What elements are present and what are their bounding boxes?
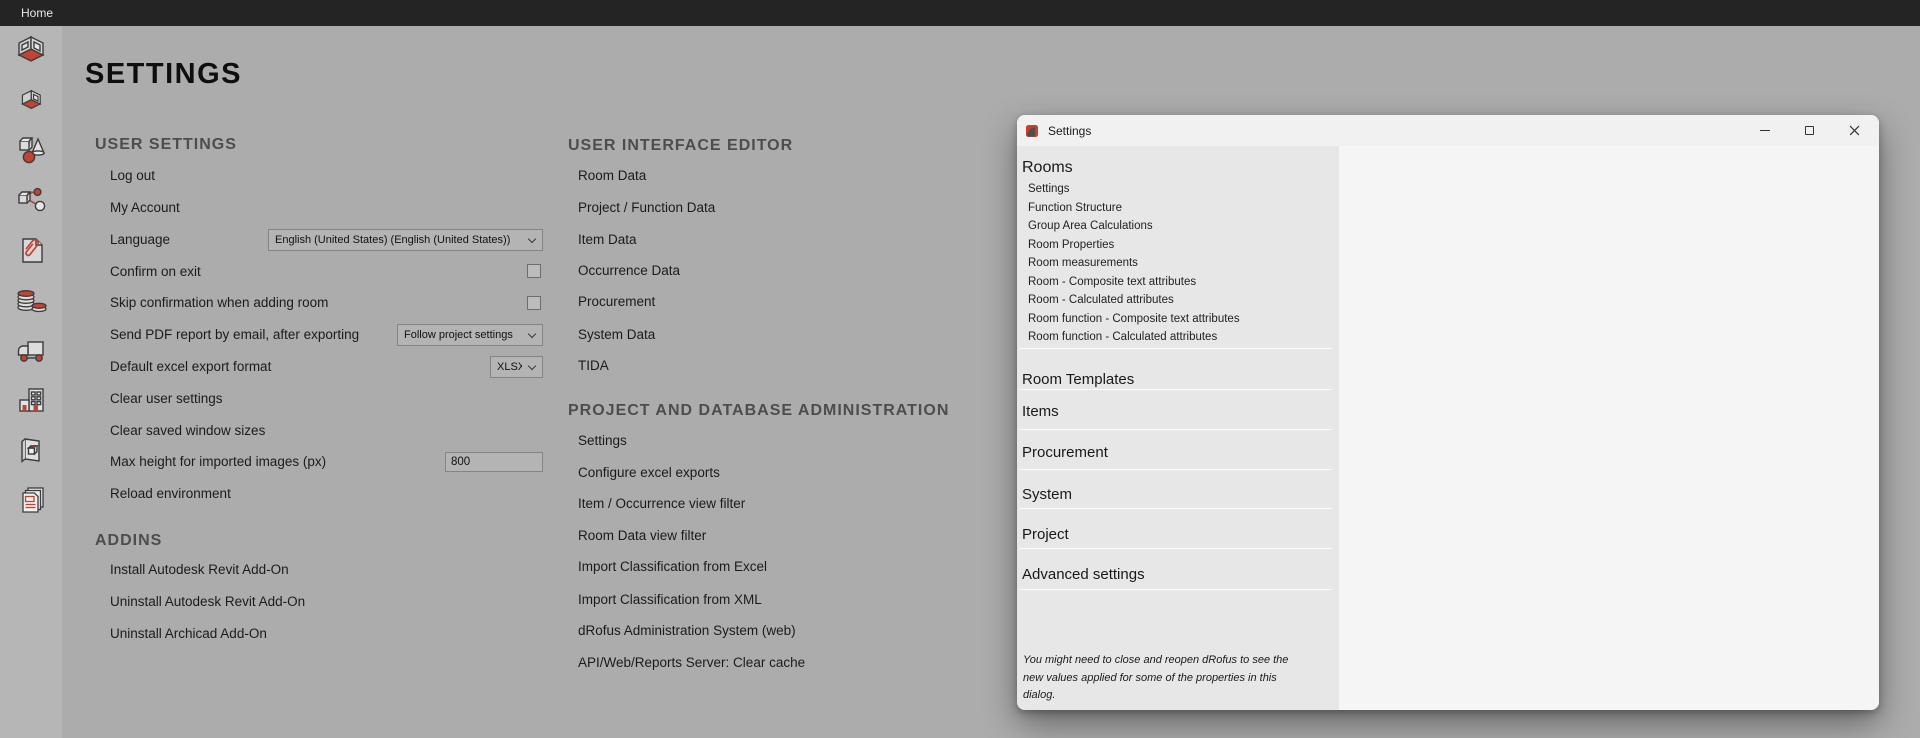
tree-room-templates-header[interactable]: Room Templates bbox=[1022, 370, 1134, 390]
admin-api-clear-cache[interactable]: API/Web/Reports Server: Clear cache bbox=[578, 653, 805, 673]
tree-item-room-measurements[interactable]: Room measurements bbox=[1028, 254, 1240, 273]
install-revit-link[interactable]: Install Autodesk Revit Add-On bbox=[110, 560, 289, 580]
uninstall-revit-link[interactable]: Uninstall Autodesk Revit Add-On bbox=[110, 592, 305, 612]
dialog-tree-panel: Rooms Settings Function Structure Group … bbox=[1017, 146, 1339, 710]
skip-confirmation-checkbox[interactable] bbox=[527, 296, 541, 310]
top-bar: Home bbox=[0, 0, 1920, 26]
separator bbox=[1019, 589, 1332, 590]
chevron-down-icon bbox=[528, 234, 536, 242]
confirm-on-exit-label: Confirm on exit bbox=[110, 262, 201, 282]
language-label: Language bbox=[110, 230, 170, 250]
window-controls bbox=[1742, 115, 1877, 146]
clear-window-sizes-link[interactable]: Clear saved window sizes bbox=[110, 421, 265, 441]
tree-item-room-function-calculated-attributes[interactable]: Room function - Calculated attributes bbox=[1028, 328, 1240, 347]
max-height-label: Max height for imported images (px) bbox=[110, 452, 326, 472]
max-height-input[interactable] bbox=[445, 452, 543, 472]
rooms-alt-icon[interactable] bbox=[13, 82, 49, 118]
send-pdf-select[interactable]: Follow project settings bbox=[397, 324, 543, 346]
maximize-icon[interactable] bbox=[1787, 115, 1832, 146]
tree-item-settings[interactable]: Settings bbox=[1028, 180, 1240, 199]
skip-confirmation-label: Skip confirmation when adding room bbox=[110, 293, 328, 313]
excel-format-select[interactable]: XLSX bbox=[490, 356, 543, 378]
tree-item-room-calculated-attributes[interactable]: Room - Calculated attributes bbox=[1028, 291, 1240, 310]
admin-import-classification-excel[interactable]: Import Classification from Excel bbox=[578, 557, 767, 577]
tree-system-header[interactable]: System bbox=[1022, 485, 1072, 505]
send-pdf-select-value: Follow project settings bbox=[404, 329, 522, 341]
ui-editor-system-data[interactable]: System Data bbox=[578, 325, 655, 345]
separator bbox=[1019, 548, 1332, 549]
chevron-down-icon bbox=[528, 329, 536, 337]
ui-editor-item-data[interactable]: Item Data bbox=[578, 230, 637, 250]
tree-item-room-composite-text-attributes[interactable]: Room - Composite text attributes bbox=[1028, 273, 1240, 292]
reports-icon[interactable] bbox=[13, 482, 49, 518]
sidebar bbox=[0, 26, 62, 738]
clear-user-settings-link[interactable]: Clear user settings bbox=[110, 389, 223, 409]
attachments-icon[interactable] bbox=[13, 232, 49, 268]
admin-drofus-administration-system[interactable]: dRofus Administration System (web) bbox=[578, 621, 796, 641]
separator bbox=[1019, 348, 1332, 349]
dialog-titlebar[interactable]: Settings bbox=[1017, 115, 1879, 146]
dialog-footnote: You might need to close and reopen dRofu… bbox=[1023, 652, 1305, 705]
confirm-on-exit-checkbox[interactable] bbox=[527, 264, 541, 278]
tree-items-header[interactable]: Items bbox=[1022, 402, 1059, 422]
project-icon[interactable] bbox=[13, 382, 49, 418]
log-out-link[interactable]: Log out bbox=[110, 166, 155, 186]
drofus-settings-screen: { "topbar": { "home": "Home" }, "sidebar… bbox=[0, 0, 1920, 738]
ui-editor-procurement[interactable]: Procurement bbox=[578, 292, 655, 312]
tree-item-function-structure[interactable]: Function Structure bbox=[1028, 199, 1240, 218]
admin-heading: PROJECT AND DATABASE ADMINISTRATION bbox=[568, 401, 949, 421]
tree-advanced-settings-header[interactable]: Advanced settings bbox=[1022, 565, 1145, 585]
tree-item-group-area-calculations[interactable]: Group Area Calculations bbox=[1028, 217, 1240, 236]
catalog-icon[interactable] bbox=[13, 432, 49, 468]
page-title: SETTINGS bbox=[85, 58, 242, 91]
admin-room-data-view-filter[interactable]: Room Data view filter bbox=[578, 526, 706, 546]
settings-dialog: Settings Rooms Settings Function Structu… bbox=[1017, 115, 1879, 710]
admin-import-classification-xml[interactable]: Import Classification from XML bbox=[578, 590, 762, 610]
dialog-title: Settings bbox=[1048, 124, 1091, 138]
tree-procurement-header[interactable]: Procurement bbox=[1022, 443, 1108, 463]
ui-editor-occurrence-data[interactable]: Occurrence Data bbox=[578, 261, 680, 281]
minimize-icon[interactable] bbox=[1742, 115, 1787, 146]
admin-settings[interactable]: Settings bbox=[578, 431, 627, 451]
reload-environment-link[interactable]: Reload environment bbox=[110, 484, 231, 504]
items-icon[interactable] bbox=[13, 132, 49, 168]
send-pdf-label: Send PDF report by email, after exportin… bbox=[110, 325, 359, 345]
drofus-logo-icon bbox=[1025, 124, 1039, 138]
addins-heading: ADDINS bbox=[95, 531, 162, 551]
finance-icon[interactable] bbox=[13, 282, 49, 318]
tree-project-header[interactable]: Project bbox=[1022, 525, 1069, 545]
logistics-icon[interactable] bbox=[13, 332, 49, 368]
excel-format-label: Default excel export format bbox=[110, 357, 271, 377]
admin-configure-excel-exports[interactable]: Configure excel exports bbox=[578, 463, 720, 483]
ui-editor-project-function-data[interactable]: Project / Function Data bbox=[578, 198, 715, 218]
ui-editor-room-data[interactable]: Room Data bbox=[578, 166, 646, 186]
tree-item-room-function-composite-text-attributes[interactable]: Room function - Composite text attribute… bbox=[1028, 310, 1240, 329]
my-account-link[interactable]: My Account bbox=[110, 198, 180, 218]
tree-rooms-children: Settings Function Structure Group Area C… bbox=[1028, 180, 1240, 347]
separator bbox=[1019, 389, 1332, 390]
dialog-body: Rooms Settings Function Structure Group … bbox=[1017, 146, 1879, 710]
separator bbox=[1019, 429, 1332, 430]
ui-editor-heading: USER INTERFACE EDITOR bbox=[568, 136, 793, 156]
ui-editor-tida[interactable]: TIDA bbox=[578, 356, 609, 376]
tree-item-room-properties[interactable]: Room Properties bbox=[1028, 236, 1240, 255]
user-settings-heading: USER SETTINGS bbox=[95, 135, 237, 155]
separator bbox=[1019, 508, 1332, 509]
separator bbox=[1019, 469, 1332, 470]
tree-rooms-header[interactable]: Rooms bbox=[1022, 159, 1073, 177]
language-select-value: English (United States) (English (United… bbox=[275, 234, 522, 246]
language-select[interactable]: English (United States) (English (United… bbox=[268, 229, 543, 251]
uninstall-archicad-link[interactable]: Uninstall Archicad Add-On bbox=[110, 624, 267, 644]
rooms-icon[interactable] bbox=[13, 32, 49, 68]
excel-format-select-value: XLSX bbox=[497, 361, 522, 373]
chevron-down-icon bbox=[528, 361, 536, 369]
dialog-content-panel bbox=[1339, 146, 1879, 710]
admin-item-occurrence-view-filter[interactable]: Item / Occurrence view filter bbox=[578, 494, 745, 514]
close-icon[interactable] bbox=[1832, 115, 1877, 146]
home-tab[interactable]: Home bbox=[11, 0, 63, 26]
systems-icon[interactable] bbox=[13, 182, 49, 218]
